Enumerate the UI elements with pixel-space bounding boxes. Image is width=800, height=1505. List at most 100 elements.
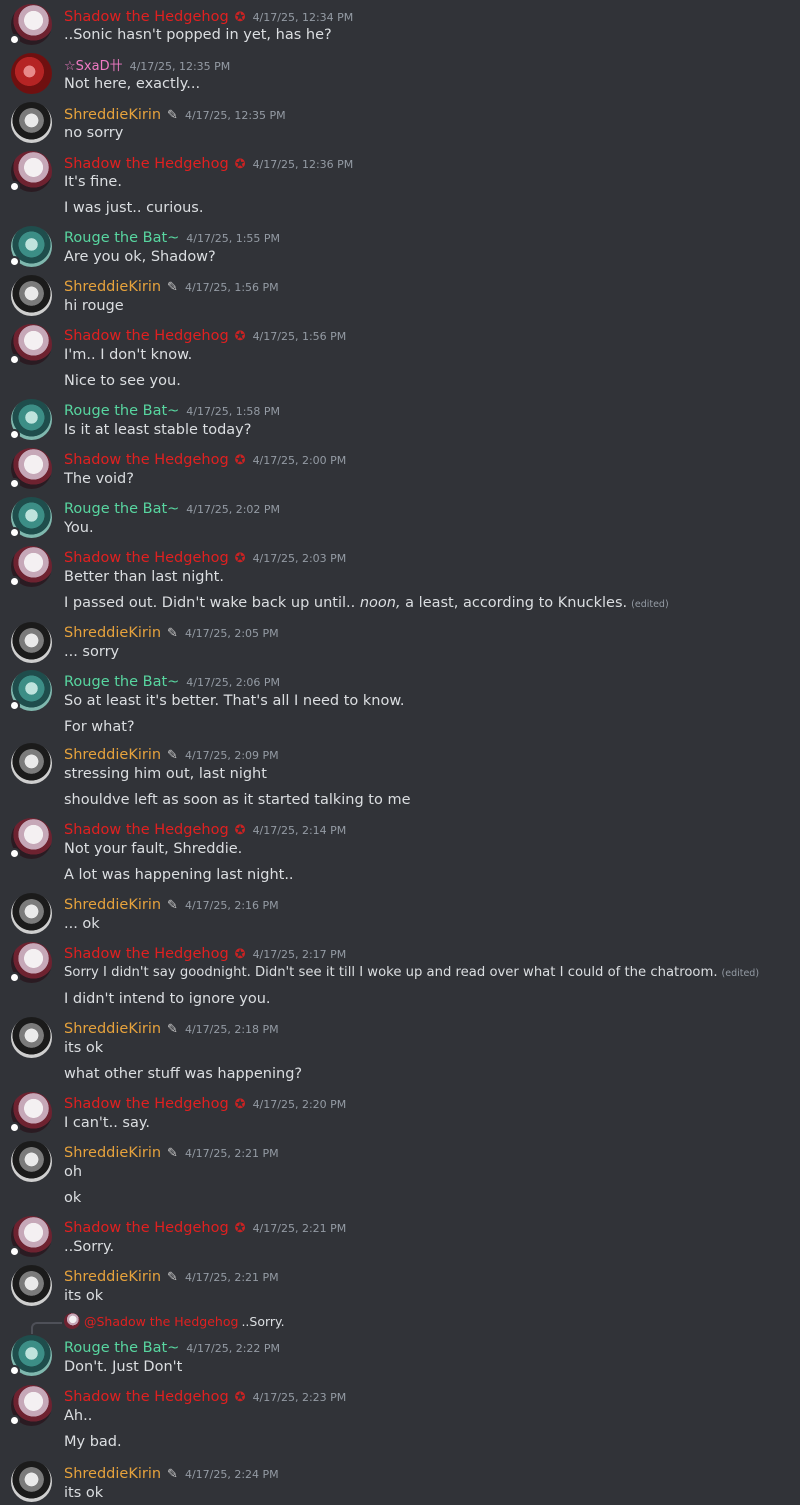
avatar[interactable] xyxy=(11,53,52,94)
status-icon xyxy=(9,848,20,859)
username[interactable]: Shadow the Hedgehog xyxy=(64,9,229,25)
wrench-icon: ✎ xyxy=(167,108,178,123)
username[interactable]: Rouge the Bat~ xyxy=(64,1340,179,1356)
wrench-icon: ✎ xyxy=(167,1270,178,1285)
username[interactable]: ☆SxaD卄 xyxy=(64,59,123,74)
message-text: For what? xyxy=(64,719,135,735)
wrench-icon: ✎ xyxy=(167,748,178,763)
username[interactable]: ShreddieKirin xyxy=(64,747,161,763)
avatar[interactable] xyxy=(11,275,52,316)
username[interactable]: Shadow the Hedgehog xyxy=(64,1389,229,1405)
username[interactable]: Rouge the Bat~ xyxy=(64,501,179,517)
message-header: Shadow the Hedgehog ✪ 4/17/25, 2:00 PM xyxy=(64,449,346,469)
username[interactable]: Rouge the Bat~ xyxy=(64,403,179,419)
timestamp: 4/17/25, 12:35 PM xyxy=(184,109,286,122)
timestamp: 4/17/25, 1:58 PM xyxy=(186,405,281,418)
reply-mention[interactable]: @Shadow the Hedgehog xyxy=(84,1314,238,1329)
username[interactable]: Shadow the Hedgehog xyxy=(64,452,229,468)
avatar[interactable] xyxy=(11,1461,52,1502)
message-text-part: I passed out. Didn't wake back up until.… xyxy=(64,595,360,611)
message-header: Rouge the Bat~ 4/17/25, 2:02 PM xyxy=(64,498,280,518)
reply-preview[interactable]: @Shadow the Hedgehog ..Sorry. xyxy=(64,1313,285,1329)
username[interactable]: Rouge the Bat~ xyxy=(64,230,179,246)
shadow-emblem-icon: ✪ xyxy=(234,10,246,25)
message-header: Shadow the Hedgehog ✪ 4/17/25, 12:36 PM xyxy=(64,153,353,173)
message-text: oh xyxy=(64,1164,83,1180)
message-text: Ah.. xyxy=(64,1408,93,1424)
username[interactable]: ShreddieKirin xyxy=(64,625,161,641)
username[interactable]: Shadow the Hedgehog xyxy=(64,1220,229,1236)
message-header: Shadow the Hedgehog ✪ 4/17/25, 2:23 PM xyxy=(64,1386,346,1406)
username[interactable]: Shadow the Hedgehog xyxy=(64,156,229,172)
timestamp: 4/17/25, 2:24 PM xyxy=(184,1468,279,1481)
message-text: no sorry xyxy=(64,125,124,141)
shadow-emblem-icon: ✪ xyxy=(234,823,246,838)
timestamp: 4/17/25, 1:55 PM xyxy=(186,232,281,245)
username[interactable]: Rouge the Bat~ xyxy=(64,674,179,690)
message-header: ShreddieKirin ✎ 4/17/25, 2:21 PM xyxy=(64,1142,279,1162)
message-text: Is it at least stable today? xyxy=(64,422,252,438)
wrench-icon: ✎ xyxy=(167,1022,178,1037)
message-text: ..Sorry. xyxy=(64,1239,115,1255)
username[interactable]: Shadow the Hedgehog xyxy=(64,822,229,838)
avatar[interactable] xyxy=(11,743,52,784)
shadow-emblem-icon: ✪ xyxy=(234,329,246,344)
avatar[interactable] xyxy=(11,1017,52,1058)
username[interactable]: ShreddieKirin xyxy=(64,1145,161,1161)
message-header: ShreddieKirin ✎ 4/17/25, 2:18 PM xyxy=(64,1018,279,1038)
message-header: ShreddieKirin ✎ 4/17/25, 2:21 PM xyxy=(64,1266,279,1286)
username[interactable]: ShreddieKirin xyxy=(64,1021,161,1037)
avatar[interactable] xyxy=(11,102,52,143)
message-text: ... ok xyxy=(64,916,100,932)
username[interactable]: Shadow the Hedgehog xyxy=(64,550,229,566)
avatar[interactable] xyxy=(11,1265,52,1306)
status-icon xyxy=(9,1365,20,1376)
shadow-emblem-icon: ✪ xyxy=(234,453,246,468)
status-icon xyxy=(9,354,20,365)
message-text: shouldve left as soon as it started talk… xyxy=(64,792,411,808)
username[interactable]: Shadow the Hedgehog xyxy=(64,1096,229,1112)
message-header: Shadow the Hedgehog ✪ 4/17/25, 1:56 PM xyxy=(64,325,346,345)
status-icon xyxy=(9,429,20,440)
message-text: A lot was happening last night.. xyxy=(64,867,294,883)
timestamp: 4/17/25, 2:22 PM xyxy=(186,1342,281,1355)
message-header: ShreddieKirin ✎ 4/17/25, 2:05 PM xyxy=(64,622,279,642)
status-icon xyxy=(9,34,20,45)
message-text: what other stuff was happening? xyxy=(64,1066,303,1082)
message-text: I can't.. say. xyxy=(64,1115,150,1131)
timestamp: 4/17/25, 2:05 PM xyxy=(184,627,279,640)
username[interactable]: ShreddieKirin xyxy=(64,897,161,913)
username[interactable]: ShreddieKirin xyxy=(64,1466,161,1482)
message-header: Shadow the Hedgehog ✪ 4/17/25, 2:21 PM xyxy=(64,1217,346,1237)
message-header: Shadow the Hedgehog ✪ 4/17/25, 2:17 PM xyxy=(64,943,346,963)
message-text: Not your fault, Shreddie. xyxy=(64,841,243,857)
edited-label: (edited) xyxy=(631,599,669,610)
avatar[interactable] xyxy=(11,622,52,663)
status-icon xyxy=(9,181,20,192)
username[interactable]: ShreddieKirin xyxy=(64,107,161,123)
username[interactable]: Shadow the Hedgehog xyxy=(64,946,229,962)
message-text: its ok xyxy=(64,1485,104,1501)
message-text: It's fine. xyxy=(64,174,122,190)
message-text: I was just.. curious. xyxy=(64,200,204,216)
username[interactable]: ShreddieKirin xyxy=(64,1269,161,1285)
message-header: ShreddieKirin ✎ 4/17/25, 2:09 PM xyxy=(64,744,279,764)
message-text: Nice to see you. xyxy=(64,373,181,389)
username[interactable]: Shadow the Hedgehog xyxy=(64,328,229,344)
timestamp: 4/17/25, 2:23 PM xyxy=(252,1391,347,1404)
message-text: Better than last night. xyxy=(64,569,224,585)
avatar[interactable] xyxy=(11,1141,52,1182)
message-text: I didn't intend to ignore you. xyxy=(64,991,271,1007)
message-header: Shadow the Hedgehog ✪ 4/17/25, 2:14 PM xyxy=(64,819,346,839)
avatar[interactable] xyxy=(11,893,52,934)
timestamp: 4/17/25, 12:34 PM xyxy=(252,11,354,24)
timestamp: 4/17/25, 2:21 PM xyxy=(184,1147,279,1160)
message-text: Not here, exactly... xyxy=(64,76,201,92)
message-text: ..Sonic hasn't popped in yet, has he? xyxy=(64,27,332,43)
message-text-part: Sorry I didn't say goodnight. Didn't see… xyxy=(64,965,718,980)
avatar xyxy=(64,1313,80,1329)
message-header: ☆SxaD卄 4/17/25, 12:35 PM xyxy=(64,55,230,75)
shadow-emblem-icon: ✪ xyxy=(234,551,246,566)
username[interactable]: ShreddieKirin xyxy=(64,279,161,295)
message-text: The void? xyxy=(64,471,134,487)
